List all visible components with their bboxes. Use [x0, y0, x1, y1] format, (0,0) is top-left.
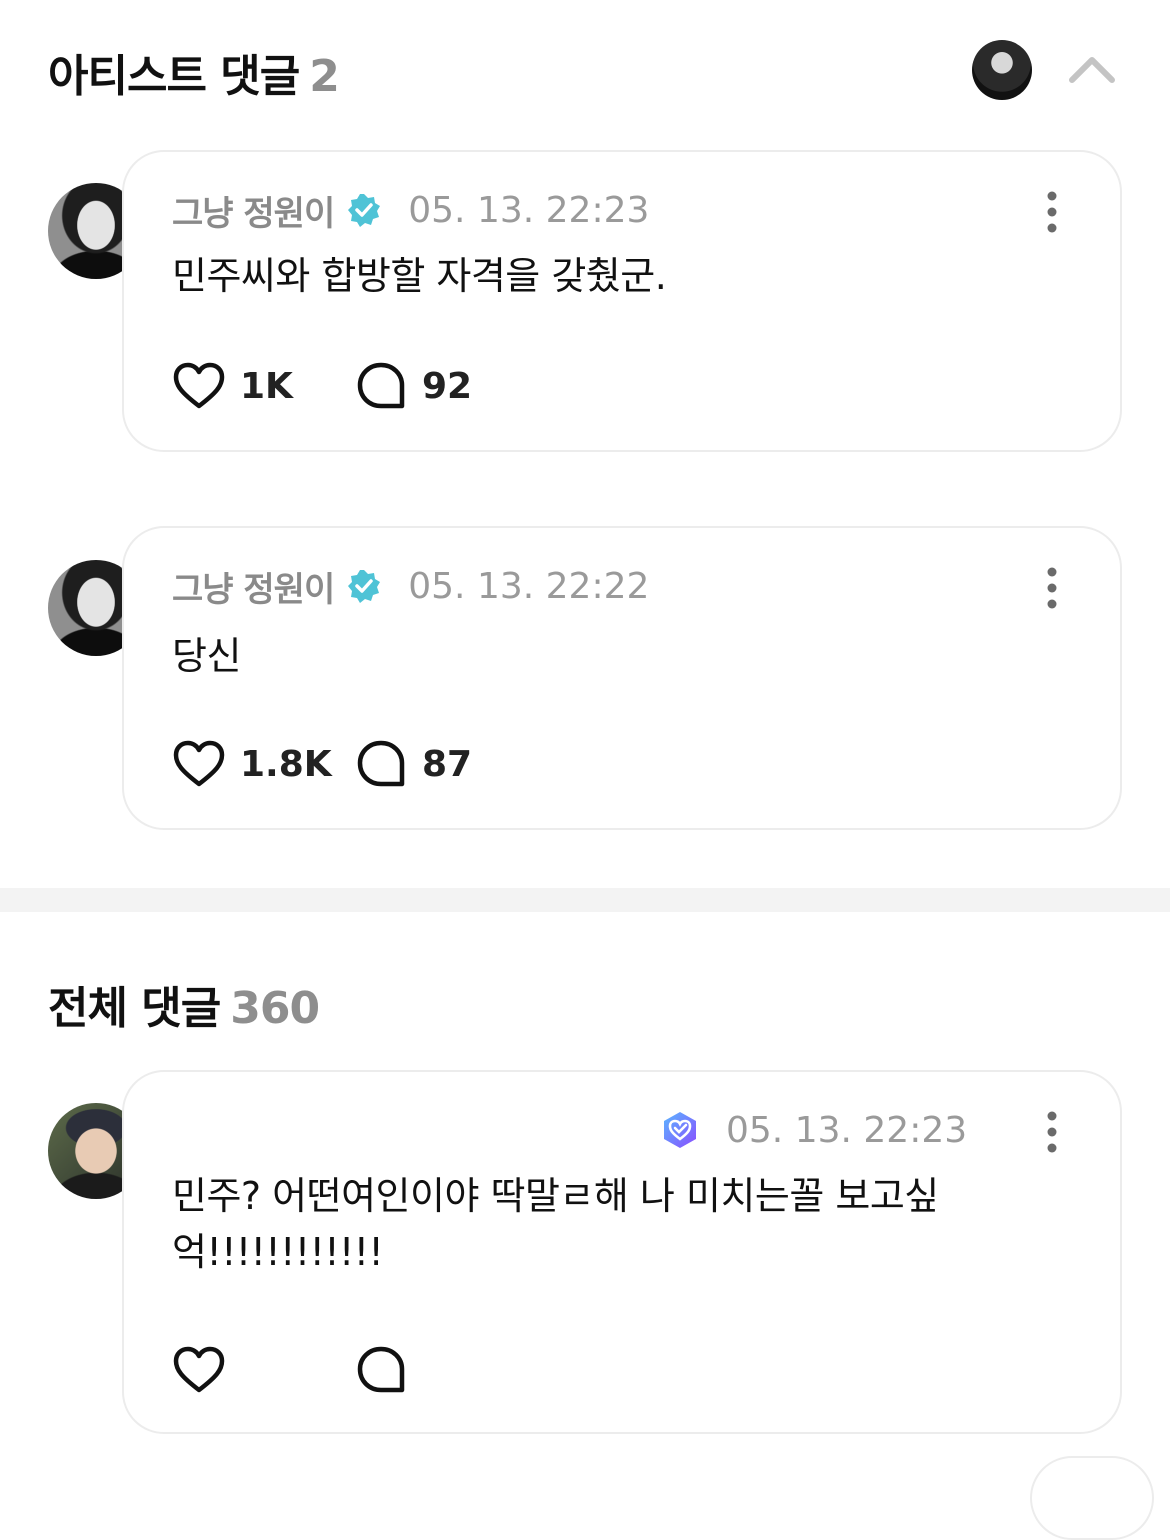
comment-text: 민주씨와 합방할 자격을 갖췄군. [172, 254, 667, 298]
reply-button[interactable] [354, 1345, 408, 1395]
comment-text: 당신 [172, 634, 241, 678]
like-count: 1K [240, 365, 293, 407]
reply-button[interactable]: 87 [354, 739, 472, 789]
chevron-up-icon[interactable] [1066, 48, 1118, 88]
heart-icon [173, 1346, 225, 1393]
like-button[interactable]: 1K [172, 361, 354, 411]
verified-badge-icon [348, 570, 381, 603]
artist-comments-count: 2 [309, 51, 340, 102]
heart-icon [173, 740, 225, 787]
comment-actions: 1K 92 [172, 358, 472, 414]
comment-meta: 05. 13. 22:23 [660, 1108, 967, 1152]
artist-comment-card[interactable]: 그냥 정원이 05. 13. 22:22 당신 1.8K 87 [122, 526, 1122, 830]
more-vertical-icon[interactable] [1042, 1108, 1062, 1156]
comment-text: 민주? 어떤여인이야 딱말ㄹ해 나 미치는꼴 보고싶억!!!!!!!!!!!! [172, 1174, 939, 1274]
heart-icon [173, 362, 225, 409]
speech-bubble-icon [357, 740, 405, 787]
fan-comment-card[interactable]: 05. 13. 22:23 민주? 어떤여인이야 딱말ㄹ해 나 미치는꼴 보고싶… [122, 1070, 1122, 1434]
comment-actions [172, 1342, 408, 1398]
comment-meta: 그냥 정원이 05. 13. 22:22 [172, 562, 650, 611]
artist-comment-card[interactable]: 그냥 정원이 05. 13. 22:23 민주씨와 합방할 자격을 갖췄군. 1… [122, 150, 1122, 452]
section-divider [0, 888, 1170, 912]
comment-meta: 그냥 정원이 05. 13. 22:23 [172, 186, 650, 235]
comment-timestamp: 05. 13. 22:23 [726, 1109, 968, 1151]
all-comments-header: 전체 댓글 360 [48, 972, 320, 1036]
reply-button[interactable]: 92 [354, 361, 472, 411]
fan-badge-icon [664, 1112, 696, 1148]
more-vertical-icon[interactable] [1042, 188, 1062, 236]
comment-actions: 1.8K 87 [172, 736, 472, 792]
all-comments-count: 360 [230, 983, 320, 1034]
speech-bubble-icon [357, 362, 405, 409]
next-comment-card-partial[interactable] [1030, 1456, 1154, 1540]
more-vertical-icon[interactable] [1042, 564, 1062, 612]
speech-bubble-icon [357, 1346, 405, 1393]
comment-timestamp: 05. 13. 22:22 [408, 565, 650, 607]
artist-comments-title: 아티스트 댓글 [48, 51, 300, 102]
like-button[interactable]: 1.8K [172, 739, 354, 789]
like-count: 1.8K [240, 743, 332, 785]
reply-count: 92 [422, 365, 473, 407]
comment-author[interactable]: 그냥 정원이 [172, 562, 335, 611]
verified-badge-icon [348, 194, 381, 227]
reply-count: 87 [422, 743, 473, 785]
like-button[interactable] [172, 1345, 354, 1395]
artist-comments-header: 아티스트 댓글 2 [48, 40, 340, 104]
all-comments-title: 전체 댓글 [48, 983, 221, 1034]
comment-author[interactable]: 그냥 정원이 [172, 186, 335, 235]
comment-timestamp: 05. 13. 22:23 [408, 189, 650, 231]
artist-avatar-filter[interactable] [972, 40, 1032, 100]
